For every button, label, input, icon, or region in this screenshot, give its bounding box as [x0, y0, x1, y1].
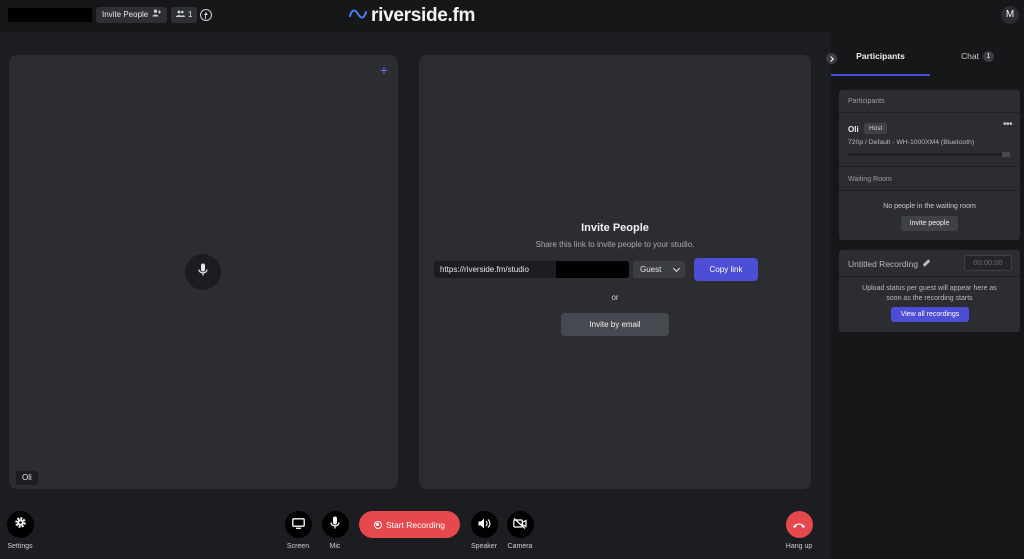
divider [839, 112, 1020, 113]
participant-name-tag: Oli [16, 471, 38, 485]
invite-people-small-button[interactable]: Invite people [901, 216, 958, 231]
or-divider-label: or [611, 293, 619, 302]
people-icon [176, 7, 185, 23]
invite-people-label: Invite People [102, 10, 149, 19]
speaker-control[interactable]: Speaker [466, 511, 502, 550]
divider [839, 190, 1020, 191]
monitor-icon [291, 516, 305, 534]
view-all-recordings-button[interactable]: View all recordings [891, 307, 969, 322]
waiting-room-empty-text: No people in the waiting room [883, 203, 976, 210]
role-select[interactable]: Guest [633, 261, 685, 278]
studio-link-text: https://riverside.fm/studio [440, 265, 529, 274]
upload-status-note: Upload status per guest will appear here… [839, 284, 1020, 304]
upload-arrow-icon[interactable] [200, 9, 212, 21]
audio-level-end [1002, 152, 1010, 157]
microphone-icon [330, 516, 340, 534]
participant-count-button[interactable]: 1 [171, 7, 198, 23]
right-sidebar: Participants Chat 1 Participants Oli Host… [831, 32, 1024, 559]
redacted-studio-name [8, 8, 92, 22]
user-avatar[interactable]: M [1001, 6, 1019, 24]
add-plus-icon[interactable]: + [380, 63, 388, 77]
logo-text: riverside.fm [371, 5, 476, 26]
speaker-label: Speaker [470, 543, 498, 550]
speaker-icon [478, 516, 491, 534]
invite-people-button[interactable]: Invite People [96, 7, 168, 23]
tile-mic-indicator [185, 254, 221, 290]
add-person-icon [152, 7, 162, 23]
audio-level-meter [848, 152, 1010, 157]
participants-header: Participants [848, 98, 885, 105]
invite-by-email-button[interactable]: Invite by email [561, 313, 669, 336]
screen-label: Screen [286, 543, 310, 550]
mic-label: Mic [329, 543, 341, 550]
top-bar: Invite People 1 riverside.fm M [0, 0, 1024, 32]
hang-up-button[interactable] [785, 511, 813, 538]
camera-off-icon [513, 516, 527, 534]
tab-chat-label: Chat [961, 51, 979, 61]
chat-count-badge: 1 [982, 51, 994, 62]
collapse-sidebar-icon[interactable] [826, 53, 837, 64]
settings-label: Settings [7, 543, 33, 550]
camera-control[interactable]: Camera [505, 511, 535, 550]
hang-up-label: Hang up [785, 543, 813, 550]
upload-status-line-2: soon as the recording starts [886, 295, 973, 302]
divider [839, 166, 1020, 167]
edit-pencil-icon[interactable] [922, 259, 931, 267]
screen-share-button[interactable] [284, 511, 312, 538]
riverside-logo: riverside.fm [349, 4, 475, 28]
tab-participants-label: Participants [856, 51, 905, 61]
participant-count: 1 [188, 10, 193, 19]
redacted-link-suffix [556, 261, 629, 278]
start-recording-label: Start Recording [385, 519, 446, 530]
chevron-down-icon [672, 264, 681, 273]
settings-control[interactable]: Settings [5, 511, 35, 550]
waiting-room-header: Waiting Room [848, 176, 892, 183]
role-select-value: Guest [640, 265, 662, 274]
camera-label: Camera [507, 543, 533, 550]
active-tab-indicator [831, 74, 930, 76]
participant-video-tile: + Oli [9, 55, 398, 489]
more-options-icon[interactable]: ••• [1003, 119, 1013, 130]
camera-button[interactable] [506, 511, 534, 538]
host-badge: Host [864, 123, 888, 134]
recording-timer: 00:00:00 [964, 255, 1012, 271]
divider [839, 276, 1020, 277]
wave-icon [349, 7, 367, 25]
phone-hangup-icon [792, 516, 806, 534]
invite-panel: Invite People Share this link to invite … [419, 55, 811, 489]
mic-button[interactable] [321, 511, 349, 538]
copy-link-button[interactable]: Copy link [694, 258, 758, 281]
participant-name: Oli [848, 125, 859, 134]
recording-card: Untitled Recording 00:00:00 Upload statu… [839, 250, 1020, 332]
participants-card: Participants Oli Host ••• 720p / Default… [839, 90, 1020, 240]
participant-device-info: 720p / Default - WH-1000XM4 (Bluetooth) [848, 139, 975, 146]
microphone-icon [198, 263, 208, 281]
settings-button[interactable] [6, 511, 34, 538]
gear-icon [14, 516, 27, 534]
start-recording-button[interactable]: Start Recording [359, 511, 460, 538]
invite-subtitle: Share this link to invite people to your… [535, 240, 695, 249]
tab-chat[interactable]: Chat 1 [935, 51, 1020, 75]
studio-link-field[interactable]: https://riverside.fm/studio [434, 261, 629, 278]
record-icon [373, 520, 382, 529]
mic-control[interactable]: Mic [320, 511, 350, 550]
screen-control[interactable]: Screen [283, 511, 313, 550]
invite-title: Invite People [581, 222, 649, 234]
hang-up-control[interactable]: Hang up [782, 511, 816, 550]
tab-participants[interactable]: Participants [831, 51, 930, 75]
speaker-button[interactable] [470, 511, 498, 538]
upload-status-line-1: Upload status per guest will appear here… [862, 285, 997, 292]
recording-title: Untitled Recording [848, 259, 918, 269]
